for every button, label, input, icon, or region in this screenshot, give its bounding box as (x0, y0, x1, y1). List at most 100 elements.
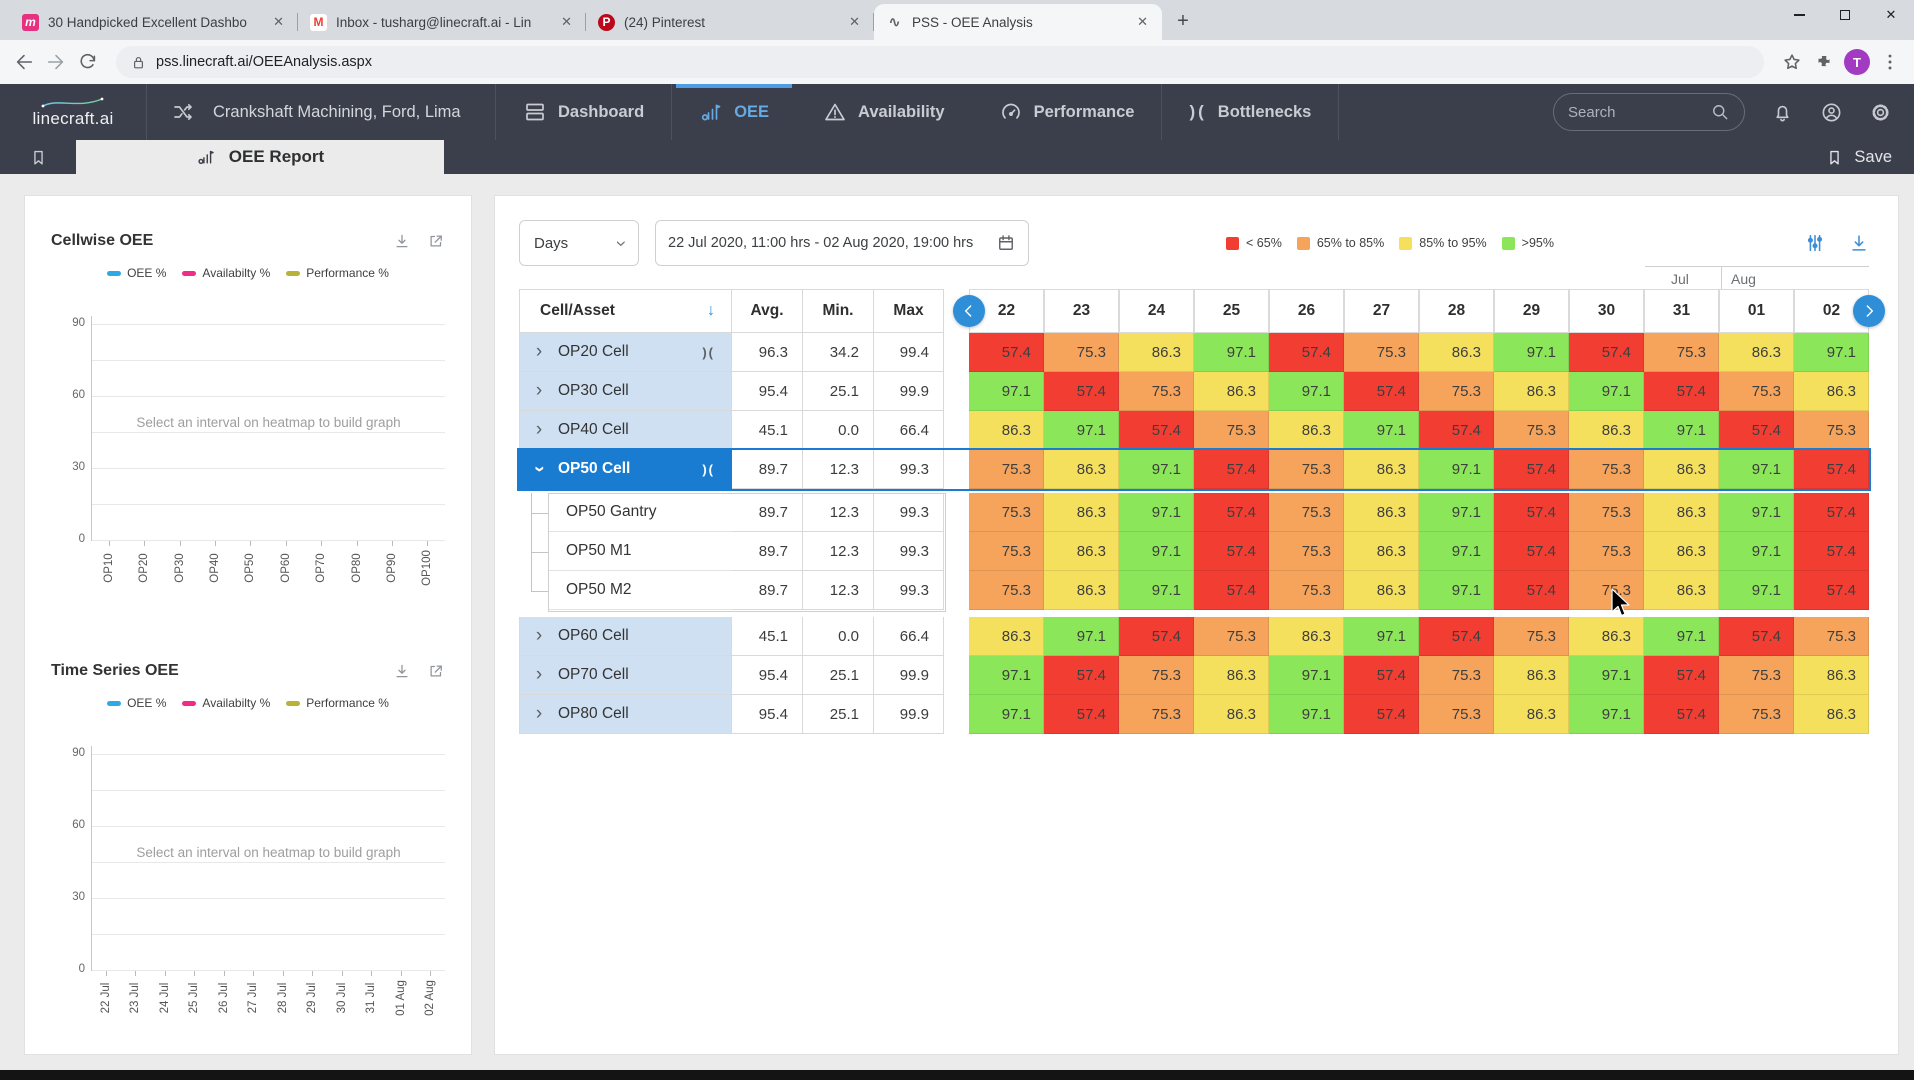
column-header-avg[interactable]: Avg. (732, 289, 803, 333)
tab-close-icon[interactable]: ✕ (559, 14, 574, 30)
switch-context-icon[interactable] (171, 100, 195, 124)
heatmap-cell[interactable]: 57.4 (1194, 450, 1269, 489)
nav-item-availability[interactable]: Availability (796, 84, 972, 140)
heatmap-cell[interactable]: 86.3 (1344, 493, 1419, 532)
heatmap-cell[interactable]: 97.1 (1344, 411, 1419, 450)
filter-sliders-icon[interactable] (1804, 232, 1826, 254)
heatmap-cell[interactable]: 57.4 (1719, 411, 1794, 450)
heatmap-cell[interactable]: 75.3 (969, 532, 1044, 571)
chevron-right-icon[interactable]: › (520, 419, 558, 441)
heatmap-cell[interactable]: 75.3 (1119, 372, 1194, 411)
heatmap-cell[interactable]: 75.3 (1569, 532, 1644, 571)
heatmap-cell[interactable]: 75.3 (1044, 333, 1119, 372)
heatmap-cell[interactable]: 86.3 (969, 411, 1044, 450)
chart-plot-area[interactable]: Select an interval on heatmap to build g… (91, 316, 445, 541)
back-icon[interactable] (12, 50, 36, 74)
chevron-down-icon[interactable]: › (520, 458, 558, 480)
heatmap-cell[interactable]: 97.1 (1419, 532, 1494, 571)
nav-item-bottlenecks[interactable]: )(Bottlenecks (1162, 84, 1338, 140)
heatmap-cell[interactable]: 97.1 (969, 695, 1044, 734)
heatmap-cell[interactable]: 86.3 (1644, 532, 1719, 571)
sort-descending-icon[interactable]: ↓ (707, 302, 731, 320)
heatmap-cell[interactable]: 75.3 (1269, 493, 1344, 532)
heatmap-cell[interactable]: 57.4 (1194, 493, 1269, 532)
row-name-cell[interactable]: OP50 M1 (548, 532, 732, 571)
heatmap-cell[interactable]: 86.3 (1794, 695, 1869, 734)
heatmap-cell[interactable]: 57.4 (1494, 493, 1569, 532)
heatmap-cell[interactable]: 86.3 (1494, 656, 1569, 695)
chevron-right-icon[interactable]: › (520, 703, 558, 725)
heatmap-cell[interactable]: 57.4 (1119, 617, 1194, 656)
notifications-bell-icon[interactable] (1771, 101, 1794, 124)
heatmap-cell[interactable]: 75.3 (1119, 656, 1194, 695)
heatmap-cell[interactable]: 97.1 (1119, 493, 1194, 532)
date-column-header[interactable]: 24 (1119, 289, 1194, 333)
heatmap-cell[interactable]: 97.1 (1344, 617, 1419, 656)
heatmap-cell[interactable]: 75.3 (1569, 493, 1644, 532)
heatmap-cell[interactable]: 75.3 (969, 493, 1044, 532)
date-column-header[interactable]: 01 (1719, 289, 1794, 333)
heatmap-cell[interactable]: 75.3 (1344, 333, 1419, 372)
heatmap-cell[interactable]: 86.3 (1794, 372, 1869, 411)
row-name-cell[interactable]: › OP80 Cell (519, 695, 732, 734)
heatmap-cell[interactable]: 97.1 (1194, 333, 1269, 372)
column-header-max[interactable]: Max (874, 289, 944, 333)
heatmap-cell[interactable]: 57.4 (1044, 695, 1119, 734)
heatmap-cell[interactable]: 75.3 (1269, 571, 1344, 610)
heatmap-cell[interactable]: 97.1 (1644, 617, 1719, 656)
legend-item[interactable]: Availabilty % (182, 696, 270, 710)
row-name-cell[interactable]: › OP40 Cell (519, 411, 732, 450)
heatmap-cell[interactable]: 86.3 (1569, 617, 1644, 656)
date-column-header[interactable]: 29 (1494, 289, 1569, 333)
heatmap-cell[interactable]: 86.3 (1044, 493, 1119, 532)
heatmap-cell[interactable]: 86.3 (1344, 532, 1419, 571)
extensions-icon[interactable] (1812, 50, 1836, 74)
heatmap-cell[interactable]: 97.1 (1569, 372, 1644, 411)
heatmap-cell[interactable]: 57.4 (1644, 656, 1719, 695)
heatmap-cell[interactable]: 97.1 (1419, 571, 1494, 610)
tab-oee-report[interactable]: OEE Report (76, 140, 444, 174)
date-column-header[interactable]: 30 (1569, 289, 1644, 333)
heatmap-cell[interactable]: 57.4 (1644, 695, 1719, 734)
browser-tab[interactable]: P (24) Pinterest ✕ (586, 4, 874, 40)
heatmap-cell[interactable]: 97.1 (1119, 532, 1194, 571)
row-name-cell[interactable]: OP50 M2 (548, 571, 732, 610)
heatmap-cell[interactable]: 75.3 (1419, 695, 1494, 734)
download-icon[interactable] (393, 232, 411, 250)
heatmap-cell[interactable]: 97.1 (1719, 450, 1794, 489)
settings-gear-icon[interactable] (1869, 101, 1892, 124)
heatmap-cell[interactable]: 75.3 (1794, 617, 1869, 656)
heatmap-cell[interactable]: 97.1 (969, 656, 1044, 695)
heatmap-cell[interactable]: 86.3 (1419, 333, 1494, 372)
heatmap-cell[interactable]: 86.3 (969, 617, 1044, 656)
heatmap-cell[interactable]: 97.1 (1269, 656, 1344, 695)
legend-item[interactable]: Performance % (286, 696, 389, 710)
nav-item-dashboard[interactable]: Dashboard (496, 84, 671, 140)
heatmap-cell[interactable]: 75.3 (1494, 617, 1569, 656)
heatmap-cell[interactable]: 57.4 (1044, 372, 1119, 411)
heatmap-cell[interactable]: 86.3 (1044, 571, 1119, 610)
chart-plot-area[interactable]: Select an interval on heatmap to build g… (91, 746, 445, 971)
heatmap-cell[interactable]: 86.3 (1644, 493, 1719, 532)
heatmap-cell[interactable]: 57.4 (1344, 372, 1419, 411)
expand-external-icon[interactable] (427, 662, 445, 680)
heatmap-cell[interactable]: 97.1 (1419, 493, 1494, 532)
heatmap-cell[interactable]: 57.4 (1794, 450, 1869, 489)
maximize-button[interactable] (1822, 0, 1868, 30)
date-column-header[interactable]: 31 (1644, 289, 1719, 333)
new-tab-button[interactable]: + (1168, 6, 1198, 36)
user-profile-icon[interactable] (1820, 101, 1843, 124)
heatmap-cell[interactable]: 97.1 (1569, 695, 1644, 734)
heatmap-cell[interactable]: 86.3 (1644, 571, 1719, 610)
browser-tab[interactable]: m 30 Handpicked Excellent Dashbo ✕ (10, 4, 298, 40)
heatmap-cell[interactable]: 57.4 (1719, 617, 1794, 656)
legend-item[interactable]: OEE % (107, 696, 166, 710)
heatmap-cell[interactable]: 57.4 (1044, 656, 1119, 695)
heatmap-cell[interactable]: 97.1 (1044, 411, 1119, 450)
heatmap-cell[interactable]: 75.3 (1419, 656, 1494, 695)
heatmap-cell[interactable]: 86.3 (1344, 450, 1419, 489)
heatmap-cell[interactable]: 57.4 (1794, 532, 1869, 571)
heatmap-cell[interactable]: 75.3 (1494, 411, 1569, 450)
heatmap-cell[interactable]: 86.3 (1269, 411, 1344, 450)
heatmap-cell[interactable]: 86.3 (1044, 450, 1119, 489)
